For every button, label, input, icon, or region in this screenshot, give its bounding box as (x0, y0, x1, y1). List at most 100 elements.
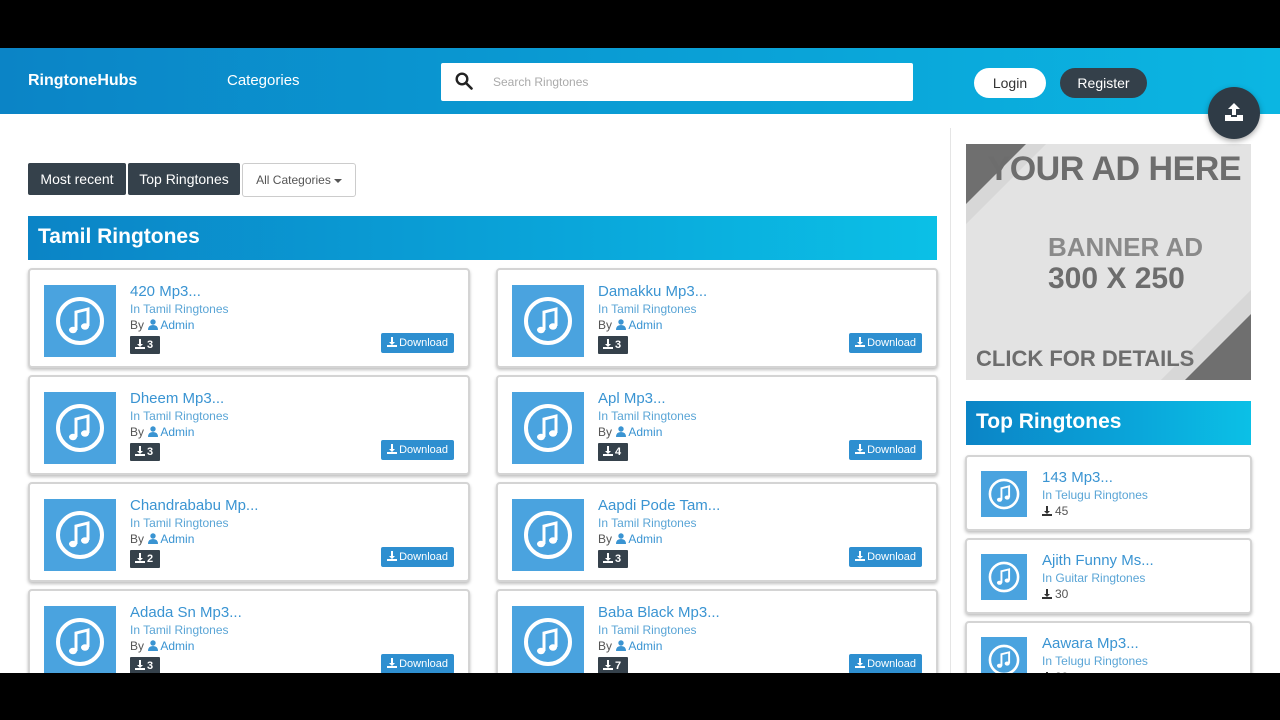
ringtone-thumbnail[interactable] (981, 554, 1027, 600)
download-count: 30 (1042, 587, 1068, 601)
ringtone-thumbnail[interactable] (44, 499, 116, 571)
author-link[interactable]: Admin (628, 318, 662, 332)
author-link[interactable]: Admin (628, 532, 662, 546)
download-button[interactable]: Download (381, 440, 454, 460)
ringtone-title[interactable]: Damakku Mp3... (598, 283, 707, 300)
download-count: 29 (1042, 670, 1068, 673)
filter-most-recent[interactable]: Most recent (28, 163, 126, 195)
download-button[interactable]: Download (381, 654, 454, 673)
download-count: 7 (615, 660, 622, 672)
ringtone-thumbnail[interactable] (512, 285, 584, 357)
author-link[interactable]: Admin (160, 639, 194, 653)
author-link[interactable]: Admin (628, 425, 662, 439)
download-icon (387, 551, 398, 561)
category-link[interactable]: Tamil Ringtones (143, 516, 228, 530)
ringtone-thumbnail[interactable] (512, 499, 584, 571)
filter-top-ringtones[interactable]: Top Ringtones (128, 163, 240, 195)
ringtone-card[interactable]: Dheem Mp3... In Tamil Ringtones By Admin… (28, 375, 470, 475)
download-button[interactable]: Download (381, 333, 454, 353)
download-icon (603, 553, 613, 563)
ringtone-title[interactable]: Ajith Funny Ms... (1042, 552, 1154, 569)
nav-categories-link[interactable]: Categories (227, 72, 300, 89)
download-label: Download (867, 551, 916, 563)
ringtone-title[interactable]: Aapdi Pode Tam... (598, 497, 720, 514)
category-link[interactable]: Telugu Ringtones (1055, 654, 1148, 668)
ad-headline: YOUR AD HERE (987, 150, 1242, 188)
ringtone-author: By Admin (598, 639, 662, 653)
category-link[interactable]: Guitar Ringtones (1055, 571, 1145, 585)
author-link[interactable]: Admin (160, 425, 194, 439)
download-button[interactable]: Download (849, 547, 922, 567)
ringtone-card[interactable]: Aapdi Pode Tam... In Tamil Ringtones By … (496, 482, 938, 582)
navbar: RingtoneHubs Categories Login Register (0, 48, 1280, 114)
top-ringtone-item[interactable]: Ajith Funny Ms... In Guitar Ringtones 30 (965, 538, 1252, 614)
ad-subline: BANNER AD (1048, 232, 1204, 262)
top-ringtone-item[interactable]: 143 Mp3... In Telugu Ringtones 45 (965, 455, 1252, 531)
search-icon[interactable] (455, 72, 473, 90)
category-link[interactable]: Tamil Ringtones (611, 516, 696, 530)
upload-button[interactable] (1208, 87, 1260, 139)
ringtone-card[interactable]: Adada Sn Mp3... In Tamil Ringtones By Ad… (28, 589, 470, 673)
in-label: In (1042, 571, 1053, 585)
download-button[interactable]: Download (849, 654, 922, 673)
download-button[interactable]: Download (849, 440, 922, 460)
brand-logo[interactable]: RingtoneHubs (28, 72, 137, 90)
download-button[interactable]: Download (381, 547, 454, 567)
ringtone-card[interactable]: 420 Mp3... In Tamil Ringtones By Admin 3… (28, 268, 470, 368)
ringtone-category: In Tamil Ringtones (130, 623, 229, 637)
by-label: By (598, 532, 613, 546)
ringtone-title[interactable]: Adada Sn Mp3... (130, 604, 242, 621)
ringtone-title[interactable]: 143 Mp3... (1042, 469, 1113, 486)
author-link[interactable]: Admin (160, 318, 194, 332)
by-label: By (130, 532, 145, 546)
category-link[interactable]: Tamil Ringtones (611, 302, 696, 316)
search-input[interactable] (493, 63, 903, 101)
all-categories-dropdown[interactable]: All Categories (242, 163, 356, 197)
ringtone-thumbnail[interactable] (512, 392, 584, 464)
ringtone-title[interactable]: Aawara Mp3... (1042, 635, 1139, 652)
ringtone-title[interactable]: 420 Mp3... (130, 283, 201, 300)
search-box (441, 63, 913, 101)
download-button[interactable]: Download (849, 333, 922, 353)
music-note-icon (524, 618, 572, 666)
author-link[interactable]: Admin (160, 532, 194, 546)
category-link[interactable]: Tamil Ringtones (143, 409, 228, 423)
category-link[interactable]: Telugu Ringtones (1055, 488, 1148, 502)
download-count: 3 (615, 553, 622, 565)
ringtone-title[interactable]: Chandrababu Mp... (130, 497, 258, 514)
ringtone-thumbnail[interactable] (44, 606, 116, 673)
author-link[interactable]: Admin (628, 639, 662, 653)
in-label: In (130, 302, 141, 316)
section-header: Tamil Ringtones (28, 216, 937, 260)
banner-ad[interactable]: YOUR AD HERE BANNER AD 300 X 250 CLICK F… (966, 144, 1251, 380)
ringtone-title[interactable]: Baba Black Mp3... (598, 604, 720, 621)
download-icon (1042, 506, 1052, 516)
category-link[interactable]: Tamil Ringtones (143, 302, 228, 316)
ringtone-category: In Tamil Ringtones (130, 516, 229, 530)
ringtone-title[interactable]: Dheem Mp3... (130, 390, 224, 407)
ringtone-card[interactable]: Baba Black Mp3... In Tamil Ringtones By … (496, 589, 938, 673)
category-link[interactable]: Tamil Ringtones (611, 623, 696, 637)
category-link[interactable]: Tamil Ringtones (143, 623, 228, 637)
ringtone-author: By Admin (130, 318, 194, 332)
ringtone-title[interactable]: Apl Mp3... (598, 390, 666, 407)
ringtone-thumbnail[interactable] (44, 392, 116, 464)
download-count-badge: 7 (598, 657, 628, 673)
top-ringtone-item[interactable]: Aawara Mp3... In Telugu Ringtones 29 (965, 621, 1252, 673)
ringtone-thumbnail[interactable] (981, 637, 1027, 673)
ringtone-thumbnail[interactable] (512, 606, 584, 673)
ringtone-thumbnail[interactable] (44, 285, 116, 357)
ringtone-card[interactable]: Chandrababu Mp... In Tamil Ringtones By … (28, 482, 470, 582)
register-button[interactable]: Register (1060, 68, 1147, 98)
ringtone-category: In Telugu Ringtones (1042, 654, 1148, 668)
ringtone-card[interactable]: Damakku Mp3... In Tamil Ringtones By Adm… (496, 268, 938, 368)
ringtone-card[interactable]: Apl Mp3... In Tamil Ringtones By Admin 4… (496, 375, 938, 475)
ringtone-thumbnail[interactable] (981, 471, 1027, 517)
login-button[interactable]: Login (974, 68, 1046, 98)
user-icon (616, 533, 627, 544)
category-link[interactable]: Tamil Ringtones (611, 409, 696, 423)
by-label: By (598, 639, 613, 653)
ringtone-category: In Tamil Ringtones (598, 409, 697, 423)
download-icon (855, 658, 866, 668)
music-note-icon (988, 561, 1020, 593)
